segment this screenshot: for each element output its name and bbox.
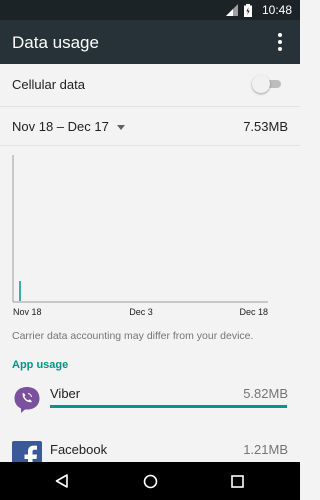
- app-usage-size: 1.21MB: [243, 442, 288, 457]
- back-icon[interactable]: [51, 470, 73, 492]
- signal-icon: [226, 4, 238, 16]
- clock: 10:48: [261, 3, 292, 17]
- usage-chart: Nov 18 Dec 3 Dec 18: [12, 155, 268, 317]
- app-name: Facebook: [50, 442, 108, 457]
- app-bar: Data usage: [0, 20, 300, 64]
- billing-period-label: Nov 18 – Dec 17: [12, 119, 109, 134]
- billing-period-selector[interactable]: Nov 18 – Dec 17: [12, 119, 125, 134]
- chevron-down-icon: [116, 125, 125, 131]
- page-title: Data usage: [12, 33, 99, 52]
- chart-tick-label: Dec 18: [239, 307, 268, 317]
- app-usage-bar: [50, 405, 287, 408]
- navigation-bar: [0, 462, 300, 500]
- viber-icon: [14, 387, 40, 413]
- billing-period-row[interactable]: Nov 18 – Dec 17 7.53MB: [0, 107, 300, 146]
- chart-tick-label: Nov 18: [13, 307, 42, 317]
- app-name: Viber: [50, 386, 81, 401]
- carrier-note: Carrier data accounting may differ from …: [12, 330, 254, 342]
- app-usage-heading: App usage: [12, 359, 69, 371]
- status-bar: 10:48: [0, 0, 300, 20]
- recents-icon[interactable]: [226, 470, 248, 492]
- total-usage: 7.53MB: [243, 119, 288, 134]
- cellular-data-row[interactable]: Cellular data: [0, 64, 300, 107]
- app-row-viber[interactable]: Viber 5.82MB: [0, 380, 300, 424]
- app-usage-size: 5.82MB: [243, 386, 288, 401]
- chart-tick-label: Dec 3: [129, 307, 153, 317]
- cellular-data-toggle[interactable]: [252, 75, 282, 93]
- cellular-data-label: Cellular data: [12, 77, 85, 92]
- status-icons: [226, 3, 252, 17]
- home-icon[interactable]: [139, 470, 161, 492]
- battery-icon: [244, 3, 252, 17]
- more-vertical-icon[interactable]: [270, 32, 290, 52]
